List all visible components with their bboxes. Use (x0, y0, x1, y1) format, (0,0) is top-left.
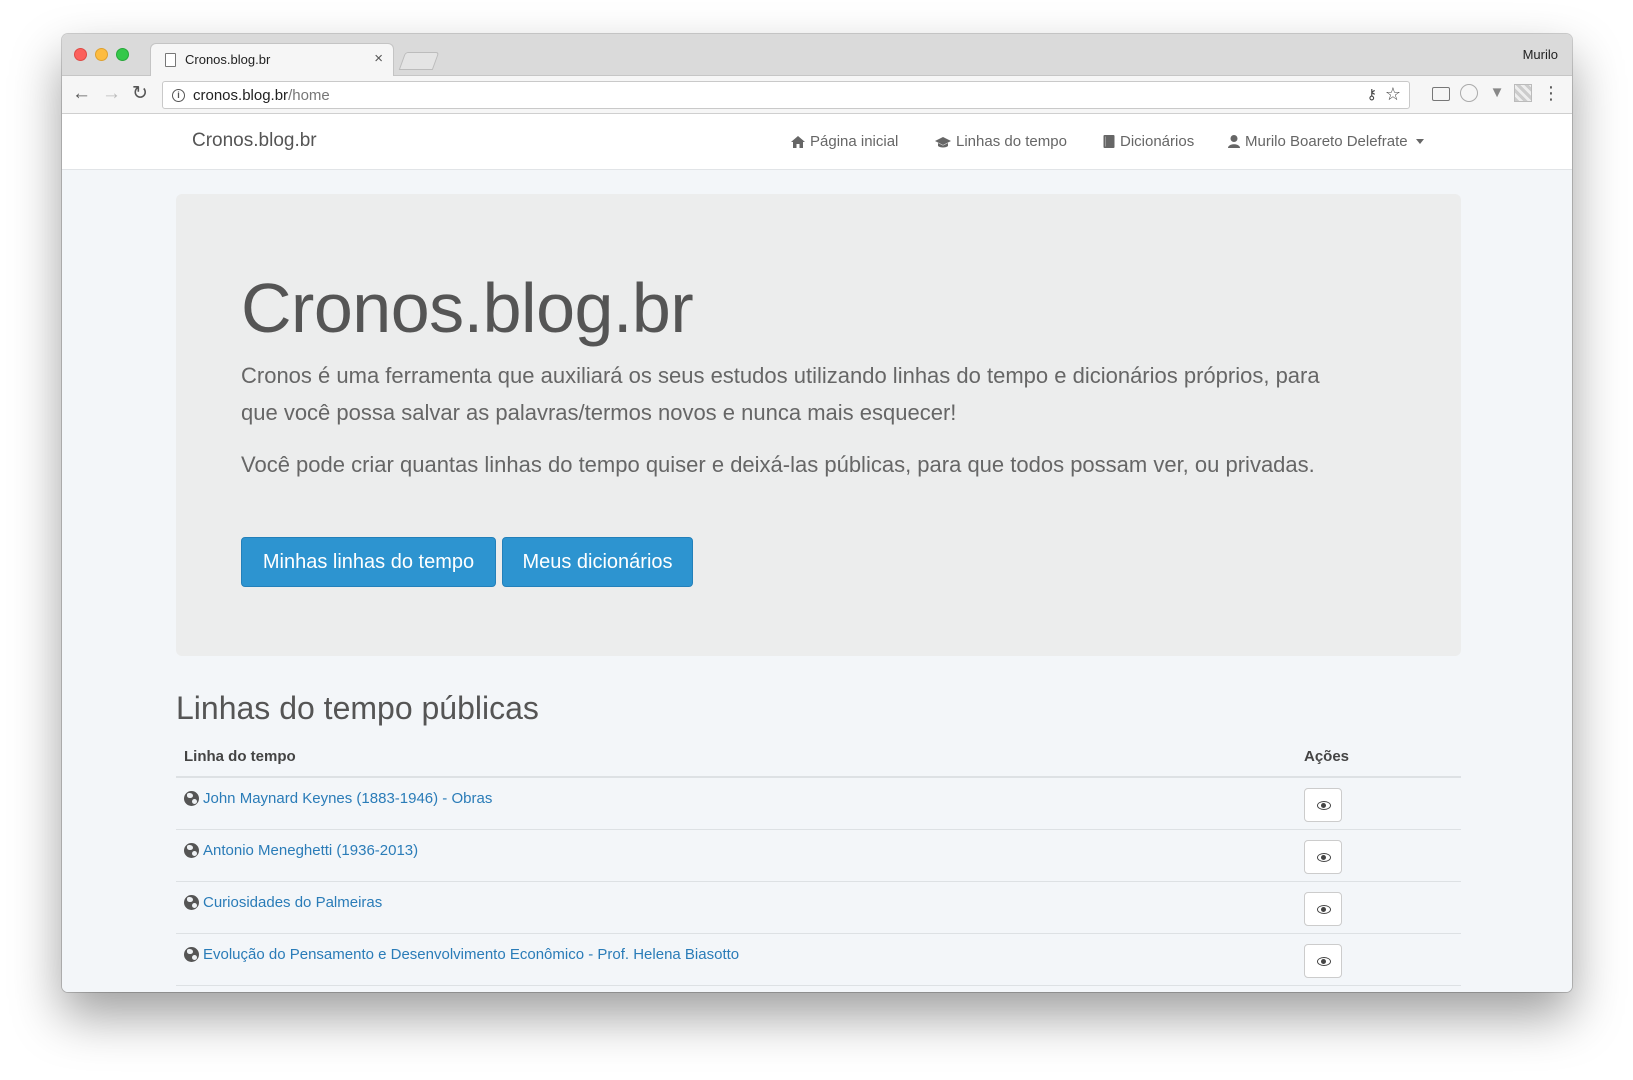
address-bar[interactable]: i cronos.blog.br/home ⚷ ☆ (162, 81, 1410, 109)
site-navbar: Cronos.blog.br Página inicial Linhas do … (62, 114, 1572, 170)
tab-strip: Cronos.blog.br × Murilo (62, 34, 1572, 77)
user-icon (1228, 135, 1240, 148)
public-timelines-title: Linhas do tempo públicas (176, 690, 539, 726)
browser-window: Cronos.blog.br × Murilo ← → ↻ i cronos.b… (62, 34, 1572, 992)
table-row: John Maynard Keynes (1883-1946) - Obras (176, 778, 1461, 830)
nav-home-label: Página inicial (810, 133, 899, 150)
info-icon[interactable]: i (172, 89, 185, 102)
eye-icon (1317, 801, 1331, 810)
globe-icon (184, 843, 199, 858)
nav-dictionaries[interactable]: Dicionários (1102, 133, 1194, 150)
view-button[interactable] (1304, 944, 1342, 978)
vue-extension-icon[interactable]: ▼ (1488, 84, 1506, 102)
hero-jumbotron: Cronos.blog.br Cronos é uma ferramenta q… (176, 194, 1461, 656)
site-brand[interactable]: Cronos.blog.br (192, 130, 317, 152)
back-arrow-icon[interactable]: ← (72, 83, 91, 105)
nav-dictionaries-label: Dicionários (1120, 133, 1195, 150)
hero-paragraph-1: Cronos é uma ferramenta que auxiliará os… (241, 363, 1320, 425)
my-timelines-button[interactable]: Minhas linhas do tempo (241, 537, 496, 587)
timeline-link[interactable]: Antonio Meneghetti (1936-2013) (203, 842, 418, 859)
nav-user-label: Murilo Boareto Delefrate (1245, 133, 1408, 150)
hero-paragraph-2: Você pode criar quantas linhas do tempo … (241, 452, 1315, 477)
timeline-link[interactable]: John Maynard Keynes (1883-1946) - Obras (203, 790, 492, 807)
reload-icon[interactable]: ↻ (132, 83, 148, 105)
graduation-cap-icon (935, 136, 951, 147)
key-icon[interactable]: ⚷ (1367, 86, 1377, 103)
view-button[interactable] (1304, 840, 1342, 874)
url-host: cronos.blog.br (193, 87, 289, 104)
table-row: Curiosidades do Palmeiras (176, 882, 1461, 934)
my-dictionaries-button[interactable]: Meus dicionários (502, 537, 693, 587)
book-icon (1103, 135, 1115, 148)
nav-timelines[interactable]: Linhas do tempo (934, 133, 1067, 150)
extension-circle-icon[interactable] (1460, 84, 1478, 102)
timeline-link[interactable]: Curiosidades do Palmeiras (203, 894, 382, 911)
chevron-down-icon (1415, 139, 1424, 144)
extension-grid-icon[interactable] (1514, 84, 1532, 102)
tab-title: Cronos.blog.br (185, 52, 271, 67)
page-icon (165, 53, 176, 67)
new-tab-button[interactable] (398, 52, 440, 70)
eye-icon (1317, 853, 1331, 862)
column-header-timeline: Linha do tempo (184, 748, 296, 765)
column-header-actions: Ações (1304, 748, 1350, 765)
maximize-window-button[interactable] (116, 48, 129, 61)
nav-timelines-label: Linhas do tempo (956, 133, 1067, 150)
browser-tab[interactable]: Cronos.blog.br × (150, 43, 394, 77)
forward-arrow-icon[interactable]: → (102, 83, 121, 105)
bookmark-star-icon[interactable]: ☆ (1385, 84, 1401, 105)
eye-icon (1317, 957, 1331, 966)
close-window-button[interactable] (74, 48, 87, 61)
hero-title: Cronos.blog.br (241, 269, 694, 347)
minimize-window-button[interactable] (95, 48, 108, 61)
browser-toolbar: ← → ↻ i cronos.blog.br/home ⚷ ☆ ▼ ⋮ (62, 76, 1572, 114)
globe-icon (184, 947, 199, 962)
profile-name[interactable]: Murilo (1523, 47, 1558, 62)
globe-icon (184, 791, 199, 806)
timeline-link[interactable]: Evolução do Pensamento e Desenvolvimento… (203, 946, 739, 963)
page-content: Cronos.blog.br Página inicial Linhas do … (62, 114, 1572, 992)
public-timelines-table: Linha do tempo Ações John Maynard Keynes… (176, 738, 1461, 986)
url-path: /home (288, 87, 330, 104)
view-button[interactable] (1304, 788, 1342, 822)
table-row: Antonio Meneghetti (1936-2013) (176, 830, 1461, 882)
table-row: Evolução do Pensamento e Desenvolvimento… (176, 934, 1461, 986)
url-text[interactable]: cronos.blog.br/home (193, 87, 330, 104)
table-header: Linha do tempo Ações (176, 738, 1461, 778)
globe-icon (184, 895, 199, 910)
tab-close-icon[interactable]: × (374, 50, 383, 68)
view-button[interactable] (1304, 892, 1342, 926)
nav-home[interactable]: Página inicial (790, 133, 898, 150)
home-icon (791, 135, 805, 148)
cast-icon[interactable] (1432, 87, 1450, 101)
eye-icon (1317, 905, 1331, 914)
browser-menu-icon[interactable]: ⋮ (1542, 84, 1560, 102)
nav-user-menu[interactable]: Murilo Boareto Delefrate (1227, 133, 1424, 150)
